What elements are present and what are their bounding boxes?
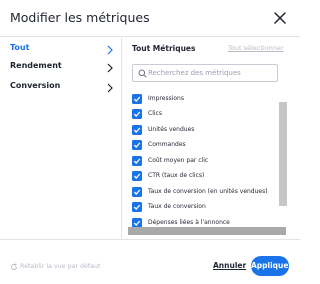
- list-item[interactable]: Impressions: [132, 91, 280, 107]
- sidebar-item-tout[interactable]: Tout: [0, 40, 121, 60]
- list-item[interactable]: Taux de conversion (en unités vendues): [132, 184, 280, 200]
- checkmark-icon: [133, 127, 141, 133]
- metrics-list: Impressions Clics Unités vendues Command…: [132, 91, 286, 229]
- checkbox[interactable]: [132, 125, 142, 135]
- metric-label: Taux de conversion: [148, 203, 206, 210]
- metric-label: Impressions: [148, 95, 184, 102]
- cancel-button[interactable]: Annuler: [213, 261, 246, 270]
- checkbox[interactable]: [132, 94, 142, 104]
- metric-label: Commandes: [148, 141, 186, 148]
- chevron-right-icon: [107, 45, 113, 55]
- checkmark-icon: [133, 142, 141, 148]
- metric-label: Coût moyen par clic: [148, 157, 209, 164]
- checkbox[interactable]: [132, 171, 142, 181]
- apply-button[interactable]: Appliquer: [251, 256, 292, 276]
- list-item[interactable]: CTR (taux de clics): [132, 168, 280, 184]
- panel-title: Tout Métriques: [132, 44, 196, 53]
- metric-label: Unités vendues: [148, 126, 195, 133]
- reset-default-view-button[interactable]: Rétablir la vue par défaut: [10, 262, 110, 274]
- dialog-title: Modifier les métriques: [10, 10, 150, 25]
- checkbox[interactable]: [132, 109, 142, 119]
- list-item[interactable]: Clics: [132, 106, 280, 122]
- checkmark-icon: [133, 111, 141, 117]
- vertical-scrollbar[interactable]: [279, 102, 287, 206]
- sidebar-item-label: Rendement: [10, 61, 62, 70]
- reset-icon: [11, 263, 18, 271]
- checkmark-icon: [133, 96, 141, 102]
- list-item[interactable]: Commandes: [132, 137, 280, 153]
- select-all-link[interactable]: Tout sélectionner: [228, 44, 284, 52]
- modify-metrics-dialog: Modifier les métriques Tout Rendement Co…: [0, 0, 300, 284]
- checkmark-icon: [133, 220, 141, 226]
- search-icon: [138, 69, 147, 78]
- close-icon[interactable]: [272, 10, 288, 26]
- checkmark-icon: [133, 158, 141, 164]
- search-input[interactable]: [148, 67, 276, 79]
- checkbox[interactable]: [132, 156, 142, 166]
- chevron-right-icon: [107, 83, 113, 93]
- category-sidebar: Tout Rendement Conversion: [0, 37, 122, 239]
- horizontal-scrollbar[interactable]: [128, 227, 286, 235]
- search-box: [132, 64, 278, 82]
- dialog-footer: Rétablir la vue par défaut Annuler Appli…: [0, 239, 300, 284]
- list-item[interactable]: Coût moyen par clic: [132, 153, 280, 169]
- chevron-right-icon: [107, 63, 113, 73]
- metric-label: Clics: [148, 110, 162, 117]
- metric-label: Taux de conversion (en unités vendues): [148, 188, 268, 195]
- sidebar-item-rendement[interactable]: Rendement: [0, 58, 121, 78]
- metric-label: CTR (taux de clics): [148, 172, 205, 179]
- checkmark-icon: [133, 173, 141, 179]
- sidebar-item-label: Conversion: [10, 81, 61, 90]
- checkbox[interactable]: [132, 140, 142, 150]
- sidebar-item-conversion[interactable]: Conversion: [0, 78, 121, 98]
- sidebar-item-label: Tout: [10, 43, 30, 52]
- list-item[interactable]: Taux de conversion: [132, 199, 280, 215]
- checkbox[interactable]: [132, 187, 142, 197]
- dialog-header: Modifier les métriques: [0, 0, 300, 37]
- metric-label: Dépenses liées à l'annonce: [148, 219, 230, 226]
- reset-label: Rétablir la vue par défaut: [20, 263, 101, 270]
- checkmark-icon: [133, 189, 141, 195]
- metrics-panel: Tout Métriques Tout sélectionner Impress…: [122, 37, 300, 239]
- checkbox[interactable]: [132, 202, 142, 212]
- list-item[interactable]: Unités vendues: [132, 122, 280, 138]
- checkmark-icon: [133, 204, 141, 210]
